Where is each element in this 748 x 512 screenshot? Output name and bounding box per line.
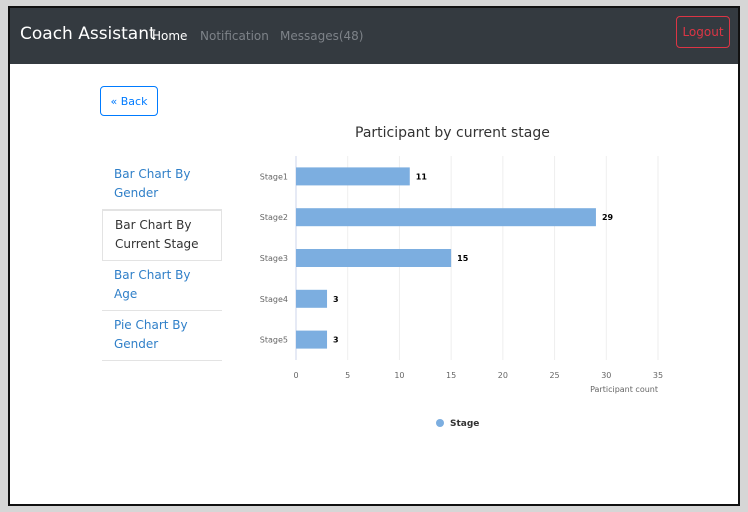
x-tick-label: 10	[394, 371, 404, 380]
brand-title[interactable]: Coach Assistant	[20, 24, 156, 44]
bar	[296, 289, 328, 308]
nav-notification-link[interactable]: Notification	[200, 29, 269, 43]
x-tick-label: 30	[601, 371, 611, 380]
stage-bar-chart: 0 5 10 15 20 25 30 35Stage1 11Stage2 29Stage3 15St…	[260, 156, 663, 429]
y-tick-label: Stage5	[260, 336, 288, 345]
data-label: 11	[416, 172, 428, 181]
nav-messages-link[interactable]: Messages(48)	[280, 29, 363, 43]
y-tick-label: Stage1	[260, 172, 288, 181]
data-label: 29	[602, 213, 614, 222]
sidebar-item-bar-gender[interactable]: Bar Chart By Gender	[102, 160, 222, 210]
bar	[296, 249, 452, 267]
x-axis-label: Participant count	[590, 385, 658, 394]
x-tick-label: 5	[345, 371, 350, 380]
x-tick-label: 0	[293, 371, 298, 380]
app-window: Coach Assistant Home Notification Messag…	[8, 6, 740, 506]
back-button[interactable]: « Back	[100, 86, 158, 116]
sidebar-item-pie-gender[interactable]: Pie Chart By Gender	[102, 311, 222, 361]
x-tick-label: 35	[653, 371, 663, 380]
y-tick-label: Stage2	[260, 213, 288, 222]
x-tick-label: 25	[549, 371, 559, 380]
navbar: Coach Assistant Home Notification Messag…	[10, 8, 738, 64]
bar	[296, 167, 410, 186]
bar	[296, 330, 328, 349]
x-tick-label: 20	[498, 371, 508, 380]
y-tick-label: Stage4	[260, 295, 288, 304]
data-label: 15	[457, 254, 469, 263]
sidebar-item-bar-current-stage[interactable]: Bar Chart By Current Stage	[102, 210, 222, 261]
bar	[296, 208, 596, 227]
data-label: 3	[333, 336, 339, 345]
chart-menu: Bar Chart By Gender Bar Chart By Current…	[102, 160, 222, 361]
sidebar-item-bar-age[interactable]: Bar Chart By Age	[102, 261, 222, 311]
legend-label: Stage	[450, 419, 479, 429]
y-tick-label: Stage3	[260, 254, 288, 263]
data-label: 3	[333, 295, 339, 304]
logout-button[interactable]: Logout	[676, 16, 730, 48]
x-tick-label: 15	[446, 371, 456, 380]
legend-marker	[436, 419, 444, 427]
nav-home-link[interactable]: Home	[152, 29, 187, 43]
